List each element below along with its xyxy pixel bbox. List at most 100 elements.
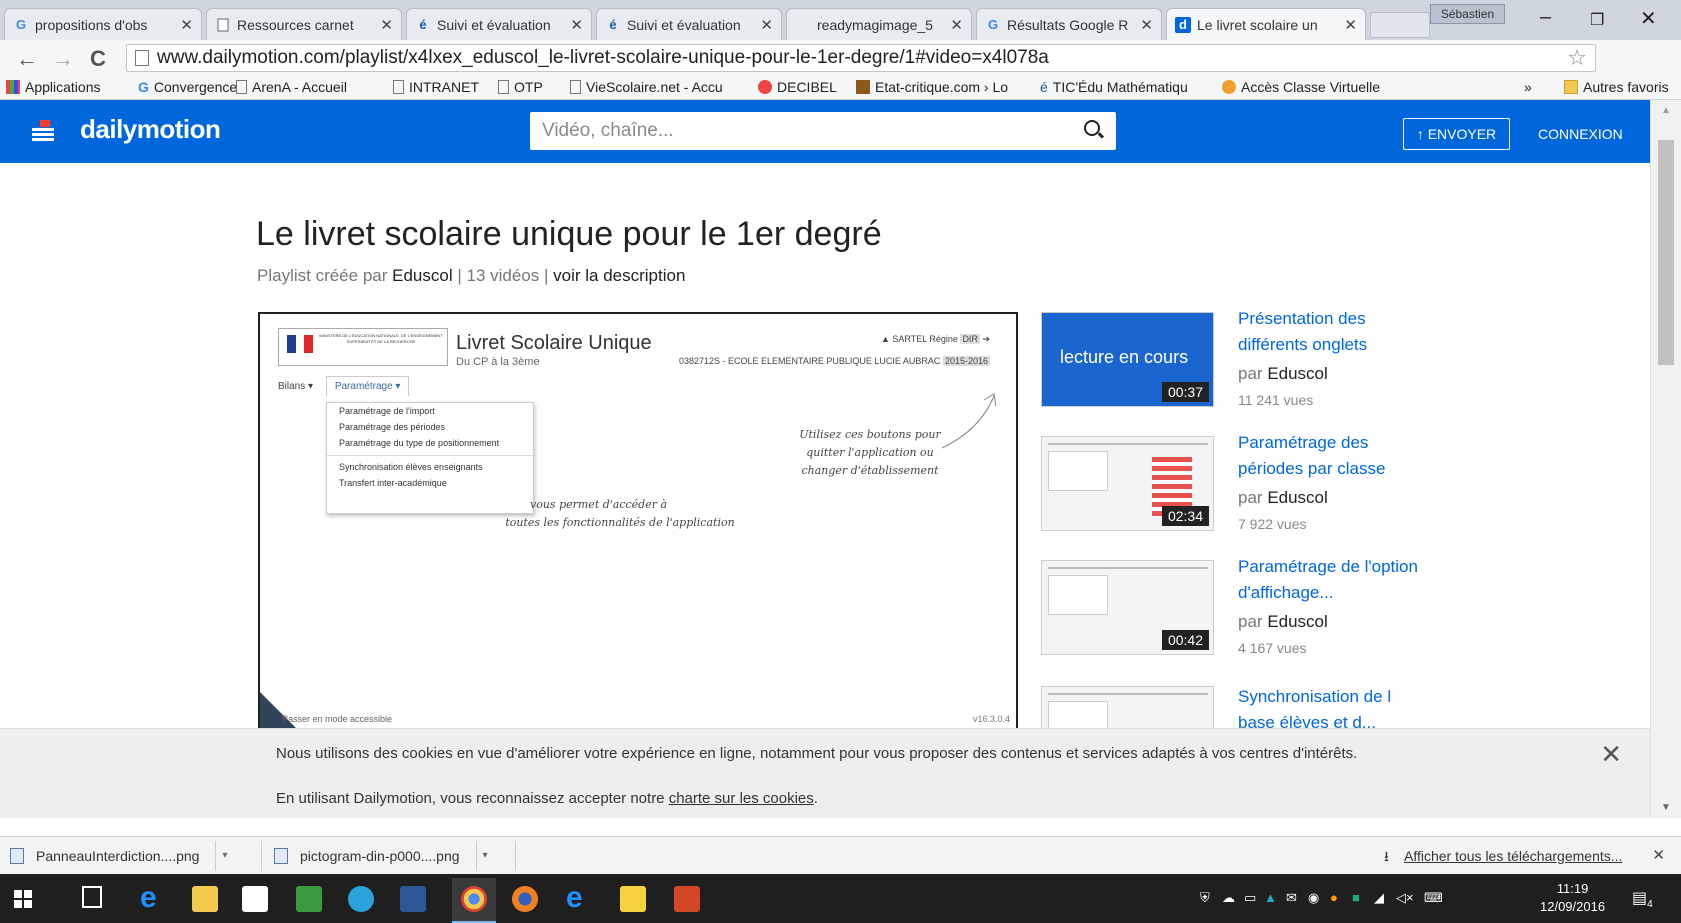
decibel-icon <box>758 80 772 94</box>
video-thumbnail[interactable]: 02:34 <box>1041 436 1214 531</box>
app-icon[interactable] <box>348 886 374 912</box>
windows-start-icon[interactable] <box>14 890 32 908</box>
chevron-down-icon[interactable]: ▾ <box>215 841 228 871</box>
onedrive-icon[interactable]: ☁ <box>1222 890 1235 906</box>
video-thumbnail[interactable]: 00:42 <box>1041 560 1214 655</box>
edge-icon[interactable]: e <box>566 883 592 913</box>
star-icon[interactable]: ☆ <box>1567 45 1587 71</box>
bookmark-item[interactable]: Accès Classe Virtuelle <box>1222 79 1380 95</box>
cookie-policy-link[interactable]: charte sur les cookies <box>669 790 814 807</box>
bookmark-item[interactable]: ArenA - Accueil <box>236 79 347 95</box>
taskbar-clock[interactable]: 11:19 12/09/2016 <box>1540 880 1605 916</box>
store-icon[interactable] <box>242 886 268 912</box>
video-thumbnail[interactable] <box>1041 686 1214 728</box>
chevron-down-icon[interactable]: ▾ <box>475 841 488 871</box>
video-thumbnail[interactable]: lecture en cours 00:37 <box>1041 312 1214 407</box>
tray-icon[interactable]: ■ <box>1352 890 1360 905</box>
bookmark-item[interactable]: é TIC'Édu Mathématiqu <box>1040 79 1188 95</box>
browser-tab[interactable]: Ressources carnet ✕ <box>206 8 402 40</box>
browser-tab[interactable]: é Suivi et évaluation ✕ <box>406 8 592 40</box>
back-icon[interactable]: ← <box>16 46 38 72</box>
bookmark-item[interactable]: VieScolaire.net - Accu <box>570 79 723 95</box>
restore-icon[interactable]: ❐ <box>1590 10 1604 30</box>
scroll-down-icon[interactable]: ▼ <box>1661 802 1671 813</box>
new-tab-button[interactable] <box>1370 12 1430 38</box>
browser-tab[interactable]: readymagimage_5 ✕ <box>786 8 972 40</box>
battery-icon[interactable]: ▭ <box>1244 890 1256 906</box>
owner-link[interactable]: Eduscol <box>1267 612 1327 631</box>
sticky-notes-icon[interactable] <box>620 886 646 912</box>
video-player[interactable]: MINISTÈRE DE L'ÉDUCATION NATIONALE, DE L… <box>258 312 1018 730</box>
download-item[interactable]: pictogram-din-p000....png ▾ <box>264 841 516 871</box>
playlist-item[interactable]: 02:34 Paramétrage des périodes par class… <box>1041 433 1391 546</box>
owner-link[interactable]: Eduscol <box>392 266 452 285</box>
bookmark-item[interactable]: DECIBEL <box>758 79 837 95</box>
drive-icon[interactable]: ▲ <box>1264 890 1277 905</box>
search-input[interactable]: Vidéo, chaîne... <box>530 112 1116 150</box>
browser-tab[interactable]: G Résultats Google R ✕ <box>976 8 1162 40</box>
address-bar[interactable]: www.dailymotion.com/playlist/x4lxex_edus… <box>126 44 1596 72</box>
firefox-icon[interactable] <box>512 886 538 912</box>
volume-icon[interactable]: ◁× <box>1396 890 1414 906</box>
close-window-icon[interactable]: ✕ <box>1640 6 1657 31</box>
notifications-icon[interactable]: ▤4 <box>1632 888 1653 910</box>
bookmark-item[interactable]: OTP <box>498 79 543 95</box>
close-icon[interactable]: ✕ <box>380 16 393 34</box>
wifi-icon[interactable]: ◢ <box>1374 890 1384 906</box>
tray-icon[interactable]: ◉ <box>1308 890 1319 906</box>
browser-tab[interactable]: é Suivi et évaluation ✕ <box>596 8 782 40</box>
video-title[interactable]: Paramétrage des périodes par classe <box>1238 430 1418 482</box>
scroll-up-icon[interactable]: ▲ <box>1661 105 1671 116</box>
word-icon[interactable] <box>400 886 426 912</box>
playlist-item[interactable]: Synchronisation de la base élèves et d..… <box>1041 686 1391 728</box>
reload-icon[interactable]: C <box>90 46 106 72</box>
owner-link[interactable]: Eduscol <box>1267 364 1327 383</box>
profile-button[interactable]: Sébastien <box>1430 4 1505 24</box>
close-icon[interactable]: ✕ <box>1344 16 1357 34</box>
dailymotion-logo[interactable]: dailymotion <box>80 114 221 145</box>
tray-icon[interactable]: ⛨ <box>1200 890 1210 906</box>
close-icon[interactable]: ✕ <box>1600 739 1622 770</box>
minimize-icon[interactable]: – <box>1540 6 1551 29</box>
video-title[interactable]: Synchronisation de la base élèves et d..… <box>1238 686 1391 728</box>
excel-like-icon[interactable] <box>296 886 322 912</box>
close-icon[interactable]: ✕ <box>570 16 583 34</box>
bookmarks-more-button[interactable]: » <box>1524 79 1532 95</box>
login-link[interactable]: CONNEXION <box>1538 126 1623 142</box>
owner-link[interactable]: Eduscol <box>1267 488 1327 507</box>
upload-button[interactable]: ↑ ENVOYER <box>1403 118 1510 150</box>
playlist-item[interactable]: 00:42 Paramétrage de l'option d'affichag… <box>1041 557 1418 670</box>
browser-tab-active[interactable]: d Le livret scolaire un ✕ <box>1166 8 1366 40</box>
playlist-item[interactable]: lecture en cours 00:37 Présentation des … <box>1041 309 1391 422</box>
chrome-icon[interactable] <box>461 886 487 912</box>
description-link[interactable]: voir la description <box>553 266 685 285</box>
bookmark-item[interactable]: INTRANET <box>393 79 479 95</box>
bookmark-item[interactable]: Etat-critique.com › Lo <box>856 79 1008 95</box>
internet-explorer-icon[interactable]: e <box>140 883 166 913</box>
browser-tab[interactable]: G propositions d'obs ✕ <box>4 8 202 40</box>
scrollbar-thumb[interactable] <box>1658 140 1674 365</box>
video-title[interactable]: Paramétrage de l'option d'affichage... <box>1238 554 1418 606</box>
dailymotion-menu-icon[interactable] <box>32 120 54 142</box>
file-explorer-icon[interactable] <box>192 886 218 912</box>
forward-icon[interactable]: → <box>52 46 74 72</box>
close-icon[interactable]: ✕ <box>950 16 963 34</box>
tray-icon[interactable]: ● <box>1330 890 1338 905</box>
page-scrollbar[interactable]: ▲ ▼ <box>1650 100 1681 818</box>
browser-tabstrip: G propositions d'obs ✕ Ressources carnet… <box>0 0 1681 40</box>
search-icon[interactable] <box>1084 120 1100 136</box>
bookmark-item[interactable]: G Convergence <box>138 79 237 95</box>
tray-icon[interactable]: ✉ <box>1286 890 1297 906</box>
video-title[interactable]: Présentation des différents onglets <box>1238 306 1418 358</box>
powerpoint-icon[interactable] <box>674 886 700 912</box>
other-bookmarks[interactable]: Autres favoris <box>1564 79 1669 95</box>
close-icon[interactable]: ✕ <box>760 16 773 34</box>
download-item[interactable]: PanneauInterdiction....png ▾ <box>0 841 262 871</box>
close-icon[interactable]: ✕ <box>1140 16 1153 34</box>
keyboard-icon[interactable]: ⌨ <box>1424 890 1443 906</box>
bookmark-item[interactable]: Applications <box>6 79 101 95</box>
close-icon[interactable]: ✕ <box>1652 846 1665 864</box>
task-view-icon[interactable] <box>82 886 102 908</box>
show-all-downloads-link[interactable]: Afficher tous les téléchargements... <box>1404 848 1622 864</box>
close-icon[interactable]: ✕ <box>180 16 193 34</box>
